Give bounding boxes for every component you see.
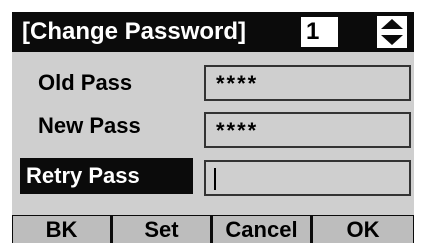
softkey-bar: BK Set Cancel OK [12, 215, 414, 243]
new-pass-label: New Pass [38, 113, 141, 138]
bk-softkey[interactable]: BK [13, 216, 110, 243]
text-cursor [214, 168, 216, 190]
retry-pass-field[interactable] [204, 160, 411, 196]
title-bar: [Change Password] 1 [12, 12, 414, 52]
cancel-softkey[interactable]: Cancel [213, 216, 310, 243]
ok-softkey[interactable]: OK [313, 216, 413, 243]
up-down-arrows-icon[interactable] [377, 16, 407, 48]
screen-title: [Change Password] [22, 18, 247, 45]
page-number: 1 [301, 17, 338, 47]
new-pass-field[interactable]: **** [204, 112, 411, 148]
set-softkey[interactable]: Set [113, 216, 210, 243]
old-pass-label: Old Pass [38, 70, 133, 95]
old-pass-field[interactable]: **** [204, 65, 411, 101]
retry-pass-label: Retry Pass [20, 158, 193, 194]
phone-display: [Change Password] 1 Old Pass **** New Pa… [12, 12, 414, 243]
